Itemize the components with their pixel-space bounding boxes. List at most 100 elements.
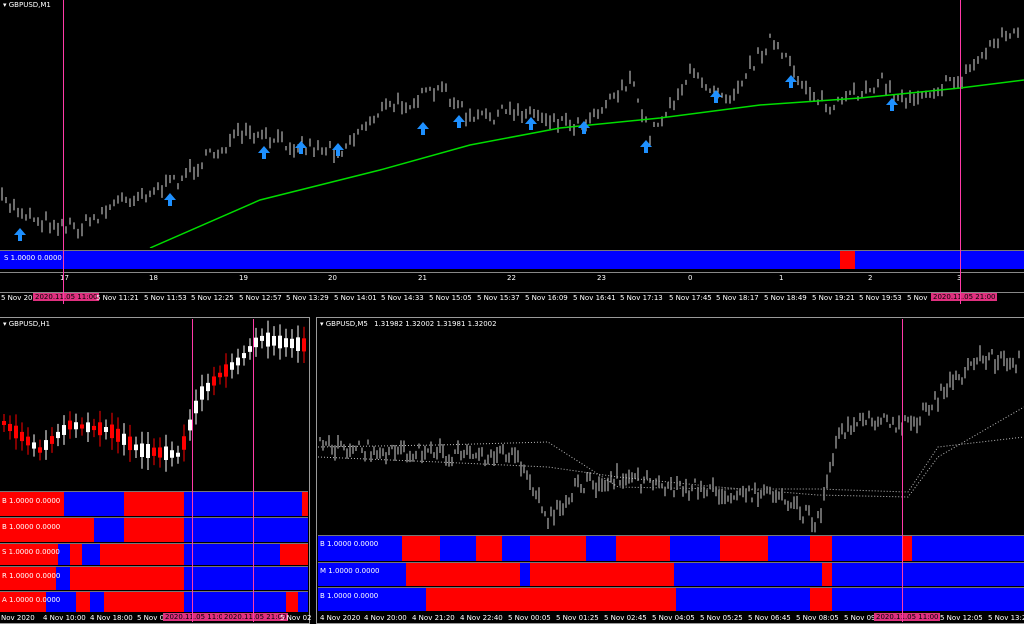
h1-candle-body xyxy=(224,364,228,377)
m1-price-plot[interactable] xyxy=(0,0,1024,248)
m5-time-label: 5 Nov 04:05 xyxy=(652,614,695,622)
h1-time-tag: 2020.11.05 21:00 xyxy=(222,613,289,621)
h1-signal-strip: A 1.0000 0.0000 xyxy=(0,591,308,612)
h1-strip-red-segment xyxy=(286,592,298,612)
m5-chart-panel[interactable]: ▾ GBPUSD,M5 1.31982 1.32002 1.31981 1.32… xyxy=(316,317,1024,624)
buy-arrow-icon xyxy=(14,228,26,241)
h1-marker-line xyxy=(253,319,254,622)
m1-time-label: 5 Nov 17:13 xyxy=(620,294,663,302)
h1-candle-body xyxy=(182,436,186,450)
m5-signal-strip: B 1.0000 0.0000 xyxy=(318,535,1024,561)
h1-candle-body xyxy=(218,372,222,378)
h1-candle-body xyxy=(152,447,156,456)
h1-candle-body xyxy=(86,422,90,433)
h1-time-tag: 2020.11.05 11:00 xyxy=(163,613,230,621)
m5-time-label: 5 Nov 02:45 xyxy=(604,614,647,622)
h1-strip-label: A 1.0000 0.0000 xyxy=(2,596,61,604)
h1-candle-body xyxy=(134,444,138,451)
m5-time-axis: 4 Nov 2020 4 Nov 20:00 4 Nov 21:20 4 Nov… xyxy=(318,613,1024,624)
h1-candle-body xyxy=(68,420,72,430)
h1-candle-body xyxy=(110,424,114,439)
h1-strip-label: B 1.0000 0.0000 xyxy=(2,523,61,531)
h1-signal-strip: R 1.0000 0.0000 xyxy=(0,566,308,590)
m1-time-label: 5 Nov 13:29 xyxy=(286,294,329,302)
m5-strip-red-segment xyxy=(902,536,912,561)
m5-strip-label: B 1.0000 0.0000 xyxy=(320,592,379,600)
m5-signal-strip: M 1.0000 0.0000 xyxy=(318,562,1024,586)
buy-arrow-icon xyxy=(417,122,429,135)
m5-time-label: 5 Nov 06:45 xyxy=(748,614,791,622)
m5-strip-label: B 1.0000 0.0000 xyxy=(320,540,379,548)
m1-time-label: 5 Nov xyxy=(907,294,928,302)
m1-subaxis-label: 2 xyxy=(868,274,873,282)
h1-candle-body xyxy=(194,400,198,414)
m1-time-label: 5 Nov 14:01 xyxy=(334,294,377,302)
m1-subaxis-label: 20 xyxy=(328,274,337,282)
h1-price-plot[interactable] xyxy=(0,317,308,489)
m5-strip-red-segment xyxy=(476,536,502,561)
m1-subaxis-label: 17 xyxy=(60,274,69,282)
m1-time-axis: 5 Nov 2020 2020.11.05 11:00 5 Nov 11:21 … xyxy=(0,292,1024,304)
h1-candle-body xyxy=(230,362,234,370)
h1-candle-body xyxy=(284,338,288,348)
m1-time-label: 5 Nov 14:33 xyxy=(381,294,424,302)
m1-subaxis-label: 1 xyxy=(779,274,784,282)
m1-subaxis-label: 22 xyxy=(507,274,516,282)
h1-candle-body xyxy=(122,433,126,445)
m1-time-tag: 2020.11.05 21:00 xyxy=(931,293,998,301)
h1-strip-label: R 1.0000 0.0000 xyxy=(2,572,61,580)
m1-marker-line xyxy=(960,0,961,304)
h1-signal-strip: B 1.0000 0.0000 xyxy=(0,491,308,516)
h1-candle-body xyxy=(302,338,306,352)
h1-strip-label: S 1.0000 0.0000 xyxy=(2,548,60,556)
m5-time-label: 5 Nov 08:05 xyxy=(796,614,839,622)
h1-strip-red-segment xyxy=(124,492,184,516)
m5-strip-red-segment xyxy=(822,563,832,586)
h1-strip-red-segment xyxy=(104,592,184,612)
m5-time-label: 4 Nov 22:40 xyxy=(460,614,503,622)
h1-candle-body xyxy=(266,332,270,347)
h1-candle-body xyxy=(104,427,108,432)
h1-chart-panel[interactable]: ▾ GBPUSD,H1 B 1.0000 0.0000 B 1.0000 0.0… xyxy=(0,317,312,624)
m5-time-label: 4 Nov 21:20 xyxy=(412,614,455,622)
m1-subaxis: 17 18 19 20 21 22 23 0 1 2 3 xyxy=(0,272,1024,285)
h1-candle-body xyxy=(8,423,12,432)
h1-candle-body xyxy=(176,452,180,457)
m5-price-plot[interactable] xyxy=(318,317,1024,533)
buy-arrow-icon xyxy=(785,75,797,88)
h1-candle-body xyxy=(272,335,276,346)
h1-candle-body xyxy=(26,436,30,446)
h1-candle-body xyxy=(206,382,210,392)
m5-strip-red-segment xyxy=(406,563,520,586)
m1-time-tag: 2020.11.05 11:00 xyxy=(33,293,100,301)
m5-time-tag: 2020.11.05 11:00 xyxy=(874,613,941,621)
h1-candle-body xyxy=(14,425,18,439)
h1-candle-body xyxy=(242,353,246,359)
m1-time-label: 5 Nov 16:09 xyxy=(525,294,568,302)
m5-time-label: 5 Nov 13:2 xyxy=(988,614,1024,622)
buy-arrow-icon xyxy=(525,117,537,130)
h1-candle-body xyxy=(146,444,150,458)
h1-strip-red-segment xyxy=(100,544,184,565)
buy-arrow-icon xyxy=(886,98,898,111)
h1-time-label: 4 Nov 18:00 xyxy=(90,614,133,622)
h1-strip-red-segment xyxy=(70,544,82,565)
h1-candle-body xyxy=(50,436,54,444)
m5-time-label: 5 Nov 12:05 xyxy=(940,614,983,622)
m1-time-label: 5 Nov 11:53 xyxy=(144,294,187,302)
m5-time-label: 5 Nov 01:25 xyxy=(556,614,599,622)
h1-candle-body xyxy=(164,446,168,461)
m5-strip-red-segment xyxy=(810,536,832,561)
h1-strip-red-segment xyxy=(280,544,308,565)
m1-chart-panel[interactable]: ▾ GBPUSD,M1 S 1.0000 0.0000 17 18 19 20 … xyxy=(0,0,1024,304)
h1-candle-body xyxy=(260,335,264,341)
m5-marker-line xyxy=(902,319,903,622)
h1-candle-body xyxy=(254,337,258,348)
m1-time-label: 5 Nov 19:21 xyxy=(812,294,855,302)
m5-strip-red-segment xyxy=(402,536,440,561)
h1-candle-body xyxy=(98,422,102,436)
m1-subaxis-label: 19 xyxy=(239,274,248,282)
m5-time-label: 4 Nov 2020 xyxy=(320,614,361,622)
m1-time-label: 5 Nov 15:37 xyxy=(477,294,520,302)
buy-arrow-icon xyxy=(578,121,590,134)
